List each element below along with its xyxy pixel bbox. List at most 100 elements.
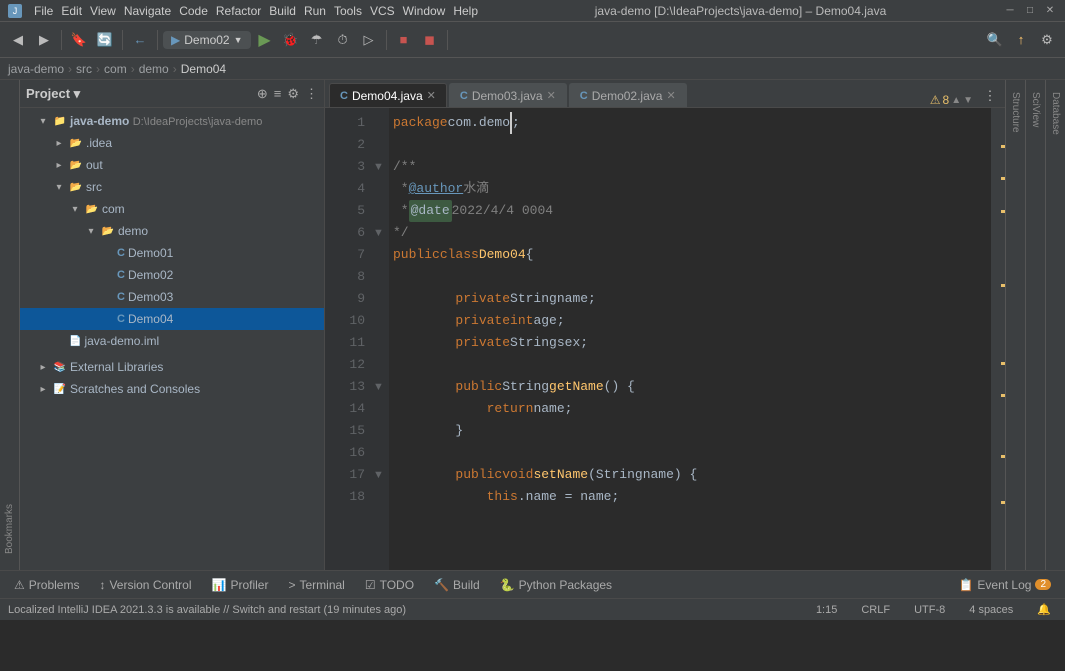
gutter-3-fold[interactable]: ▼ [373, 156, 389, 178]
tab-event-log[interactable]: 📋 Event Log 2 [948, 572, 1061, 598]
tree-item-scratches[interactable]: ▸ 📝 Scratches and Consoles [20, 378, 324, 400]
database-label[interactable]: Database [1048, 84, 1063, 143]
debug-button[interactable]: 🐞 [279, 28, 303, 52]
coverage-button[interactable]: ☂ [305, 28, 329, 52]
close-button[interactable]: ✕ [1043, 4, 1057, 18]
project-menu-button[interactable]: ⋮ [305, 86, 318, 102]
menu-help[interactable]: Help [453, 4, 478, 18]
tree-item-ext-libs[interactable]: ▸ 📚 External Libraries [20, 356, 324, 378]
update-button[interactable]: ↑ [1009, 28, 1033, 52]
bookmarks-strip[interactable]: Bookmarks [0, 80, 20, 570]
menu-edit[interactable]: Edit [61, 4, 82, 18]
tree-item-demo03[interactable]: C Demo03 [20, 286, 324, 308]
tab-problems[interactable]: ⚠ Problems [4, 572, 89, 598]
forward-button[interactable]: ▶ [32, 28, 56, 52]
tab-version-control[interactable]: ↕ Version Control [89, 572, 201, 598]
project-add-button[interactable]: ⊕ [257, 86, 268, 102]
profile-button[interactable]: ⏱ [331, 28, 355, 52]
sciview-strip[interactable]: SciView [1025, 80, 1045, 570]
encoding[interactable]: UTF-8 [908, 604, 951, 616]
tab-close-demo02[interactable]: ✕ [666, 89, 675, 102]
bookmarks-label[interactable]: Bookmarks [2, 496, 17, 562]
structure-label[interactable]: Structure [1008, 84, 1023, 141]
stop2-button[interactable]: ◼ [418, 28, 442, 52]
menu-run[interactable]: Run [304, 4, 326, 18]
tab-profiler[interactable]: 📊 Profiler [202, 572, 279, 598]
line-num-6: 6 [325, 222, 365, 244]
run-config-dropdown[interactable]: ▼ [234, 35, 243, 45]
gutter-6-fold[interactable]: ▼ [373, 222, 389, 244]
structure-strip[interactable]: Structure [1005, 80, 1025, 570]
tree-item-src[interactable]: ▾ 📂 src [20, 176, 324, 198]
gutter-13-fold[interactable]: ▼ [373, 376, 389, 398]
line-num-14: 14 [325, 398, 365, 420]
more-run-button[interactable]: ▷ [357, 28, 381, 52]
notifications-icon[interactable]: 🔔 [1031, 603, 1057, 616]
run-config-selector[interactable]: ▶ Demo02 ▼ [163, 31, 251, 49]
tree-item-out[interactable]: ▸ 📂 out [20, 154, 324, 176]
tree-item-iml[interactable]: 📄 java-demo.iml [20, 330, 324, 352]
database-strip[interactable]: Database [1045, 80, 1065, 570]
bookmark-button[interactable]: 🔖 [67, 28, 91, 52]
tab-build[interactable]: 🔨 Build [424, 572, 490, 598]
tab-close-demo04[interactable]: ✕ [427, 89, 436, 102]
nav-left-button[interactable]: ← [128, 28, 152, 52]
tab-terminal[interactable]: > Terminal [278, 572, 354, 598]
project-collapse-button[interactable]: ≡ [274, 86, 282, 101]
menu-code[interactable]: Code [179, 4, 208, 18]
warning-chevron[interactable]: ▲ [951, 95, 961, 106]
build-icon: 🔨 [434, 578, 449, 592]
tab-demo02[interactable]: C Demo02.java ✕ [569, 83, 687, 107]
breadcrumb-item-src[interactable]: src [76, 62, 92, 76]
tree-item-com[interactable]: ▾ 📂 com [20, 198, 324, 220]
menu-window[interactable]: Window [403, 4, 446, 18]
line-num-12: 12 [325, 354, 365, 376]
search-button[interactable]: 🔍 [983, 28, 1007, 52]
tab-todo[interactable]: ☑ TODO [355, 572, 424, 598]
warning-indicator[interactable]: ⚠ 8 ▲ ▼ [930, 93, 979, 107]
gutter-17-fold[interactable]: ▼ [373, 464, 389, 486]
menu-file[interactable]: File [34, 4, 53, 18]
tab-close-demo03[interactable]: ✕ [547, 89, 556, 102]
tab-python-packages[interactable]: 🐍 Python Packages [490, 572, 622, 598]
tree-item-idea[interactable]: ▸ 📂 .idea [20, 132, 324, 154]
code-area[interactable]: package com.demo; /** * @author 水滴 * @da… [389, 108, 991, 570]
settings-button[interactable]: ⚙ [1035, 28, 1059, 52]
sciview-label[interactable]: SciView [1028, 84, 1043, 135]
run-button[interactable]: ▶ [253, 28, 277, 52]
menu-refactor[interactable]: Refactor [216, 4, 261, 18]
minimize-button[interactable]: ─ [1003, 4, 1017, 18]
menu-vcs[interactable]: VCS [370, 4, 395, 18]
menu-navigate[interactable]: Navigate [124, 4, 171, 18]
breadcrumb-item-com[interactable]: com [104, 62, 127, 76]
line-separator[interactable]: CRLF [855, 604, 896, 616]
cursor-position[interactable]: 1:15 [810, 604, 843, 616]
tab-demo03[interactable]: C Demo03.java ✕ [449, 83, 567, 107]
window-controls[interactable]: ─ □ ✕ [1003, 4, 1057, 18]
indent[interactable]: 4 spaces [963, 604, 1019, 616]
tree-item-demo01[interactable]: C Demo01 [20, 242, 324, 264]
menu-view[interactable]: View [90, 4, 116, 18]
warning-chevron2[interactable]: ▼ [963, 95, 973, 106]
tree-item-demo02[interactable]: C Demo02 [20, 264, 324, 286]
menu-build[interactable]: Build [269, 4, 296, 18]
stop-button[interactable]: ■ [392, 28, 416, 52]
breadcrumb-item-demo04[interactable]: Demo04 [181, 62, 226, 76]
tree-item-demo04[interactable]: C Demo04 [20, 308, 324, 330]
tree-item-demo[interactable]: ▾ 📂 demo [20, 220, 324, 242]
tab-demo04[interactable]: C Demo04.java ✕ [329, 83, 447, 107]
sync-button[interactable]: 🔄 [93, 28, 117, 52]
back-button[interactable]: ◀ [6, 28, 30, 52]
menu-tools[interactable]: Tools [334, 4, 362, 18]
editor-scrollbar[interactable] [991, 108, 1005, 570]
breadcrumb: java-demo › src › com › demo › Demo04 [0, 58, 1065, 80]
breadcrumb-item-demo[interactable]: demo [139, 62, 169, 76]
profiler-icon: 📊 [212, 578, 227, 592]
menu-bar[interactable]: File Edit View Navigate Code Refactor Bu… [34, 4, 478, 18]
tab-menu-button[interactable]: ⋮ [979, 85, 1001, 107]
tree-item-java-demo[interactable]: ▾ 📁 java-demo D:\IdeaProjects\java-demo [20, 110, 324, 132]
breadcrumb-item-root[interactable]: java-demo [8, 62, 64, 76]
status-message[interactable]: Localized IntelliJ IDEA 2021.3.3 is avai… [8, 604, 798, 616]
project-settings-button[interactable]: ⚙ [287, 86, 299, 102]
maximize-button[interactable]: □ [1023, 4, 1037, 18]
